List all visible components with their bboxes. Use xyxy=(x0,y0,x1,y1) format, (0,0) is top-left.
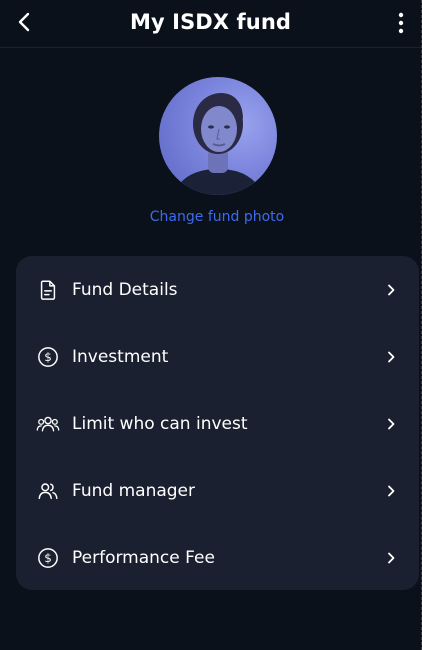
menu-item-label: Investment xyxy=(72,346,169,367)
menu-item-limit-investors[interactable]: Limit who can invest xyxy=(16,390,419,457)
menu-item-label: Limit who can invest xyxy=(72,413,248,434)
menu-item-label: Fund Details xyxy=(72,279,178,300)
menu-item-fund-details[interactable]: Fund Details xyxy=(16,256,419,323)
app-header: My ISDX fund xyxy=(0,0,421,48)
chevron-right-icon xyxy=(385,484,397,498)
svg-text:$: $ xyxy=(44,350,52,364)
chevron-right-icon xyxy=(385,551,397,565)
chevron-right-icon xyxy=(385,283,397,297)
dollar-circle-icon: $ xyxy=(36,546,60,570)
group-icon xyxy=(36,412,60,436)
dollar-circle-icon: $ xyxy=(36,345,60,369)
fund-avatar[interactable] xyxy=(159,77,277,195)
page-title: My ISDX fund xyxy=(129,10,292,34)
vertical-dots-icon xyxy=(398,12,404,34)
menu-item-label: Fund manager xyxy=(72,480,196,501)
menu-item-performance-fee[interactable]: $ Performance Fee xyxy=(16,524,419,591)
chevron-right-icon xyxy=(385,350,397,364)
svg-text:$: $ xyxy=(44,551,52,565)
people-icon xyxy=(36,479,60,503)
menu-card: Fund Details $ Investment Limit who can … xyxy=(16,256,419,590)
change-photo-link[interactable]: Change fund photo xyxy=(0,209,422,225)
menu-item-fund-manager[interactable]: Fund manager xyxy=(16,457,419,524)
menu-item-label: Performance Fee xyxy=(72,547,215,568)
more-options-button[interactable] xyxy=(391,10,411,36)
person-portrait-icon xyxy=(173,93,263,195)
document-icon xyxy=(36,278,60,302)
menu-item-investment[interactable]: $ Investment xyxy=(16,323,419,390)
chevron-right-icon xyxy=(385,417,397,431)
screen: My ISDX fund Change fund photo Fund Deta… xyxy=(0,0,422,650)
